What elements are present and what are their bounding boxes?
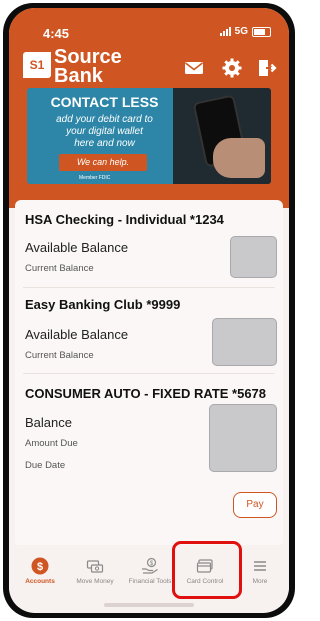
redacted-balance [230,236,277,278]
tab-accounts[interactable]: $ Accounts [12,557,68,585]
card-control-highlight [172,541,242,599]
redacted-balance [209,404,277,472]
amount-due-label: Amount Due [25,438,78,449]
divider [23,373,275,374]
banner-line-3: here and now [74,138,135,149]
accounts-card: HSA Checking - Individual *1234 Availabl… [15,200,283,546]
tab-label: Accounts [25,578,55,585]
current-balance-label: Current Balance [25,263,94,274]
status-bar: 4:45 5G [9,8,289,41]
network-label: 5G [234,26,248,37]
banner-fine-print: Member FDIC [79,175,111,181]
envelope-icon[interactable] [183,57,205,79]
home-indicator [104,603,194,607]
logo-mark: S1 [23,52,51,78]
phone-frame: 4:45 5G S1 Source Bank CONTACT LESS add … [3,3,295,618]
logo-text-bank: Bank [54,65,103,87]
source-bank-logo: S1 Source Bank [23,46,138,87]
banner-photo [173,88,271,184]
tab-financial-tools[interactable]: $ Financial Tools [122,557,178,585]
current-balance-label: Current Balance [25,350,94,361]
logout-icon[interactable] [255,57,277,79]
bottom-tab-bar: $ Accounts Move Money $ Financial Tools … [9,545,289,607]
tab-label: Move Money [76,578,114,585]
promo-banner[interactable]: CONTACT LESS add your debit card to your… [27,88,271,184]
banner-help-button[interactable]: We can help. [59,154,147,171]
account-title-auto-loan[interactable]: CONSUMER AUTO - FIXED RATE *5678 [25,386,266,401]
redacted-balance [212,318,277,366]
divider [23,287,275,288]
gear-icon[interactable] [221,57,243,79]
due-date-label: Due Date [25,460,66,471]
available-balance-label: Available Balance [25,240,129,255]
account-title-easy-banking[interactable]: Easy Banking Club *9999 [25,297,180,312]
dollar-icon: $ [31,557,49,575]
banner-line-1: add your debit card to [56,114,153,125]
tab-move-money[interactable]: Move Money [67,557,123,585]
svg-text:$: $ [37,561,43,573]
banner-line-2: your digital wallet [66,126,143,137]
status-indicators: 5G [219,26,271,37]
battery-icon [252,26,271,37]
balance-label: Balance [25,415,72,430]
app-header: 4:45 5G S1 Source Bank CONTACT LESS add … [9,8,289,208]
hand-dollar-icon: $ [142,557,158,574]
banner-title: CONTACT LESS [50,94,159,110]
app-screen: 4:45 5G S1 Source Bank CONTACT LESS add … [9,8,289,613]
signal-icon [219,27,231,36]
banner-subtitle: add your debit card to your digital wall… [27,114,182,150]
hand-image [213,138,265,178]
tab-label: Financial Tools [128,578,172,585]
menu-icon [254,561,266,571]
transfer-icon [86,560,104,573]
pay-button[interactable]: Pay [233,492,277,518]
status-time: 4:45 [43,26,70,41]
account-title-hsa[interactable]: HSA Checking - Individual *1234 [25,212,224,227]
available-balance-label: Available Balance [25,327,129,342]
